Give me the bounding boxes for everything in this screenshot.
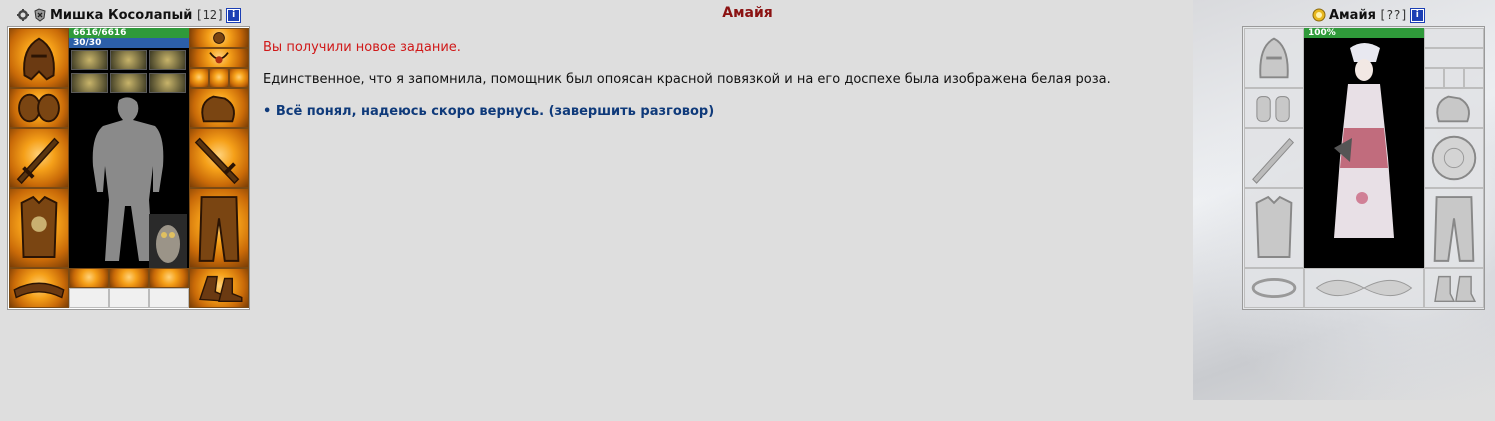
- pants-slot[interactable]: [189, 188, 249, 268]
- belt-slot[interactable]: [9, 268, 69, 308]
- npc-ring-slot: [1464, 68, 1484, 88]
- player-portrait[interactable]: 6616/6616 30/30: [69, 28, 189, 269]
- empty-slot[interactable]: [69, 288, 109, 308]
- belt-icon: [13, 282, 65, 299]
- bracers-slot[interactable]: [9, 88, 69, 128]
- npc-weapon-slot: [1244, 128, 1304, 188]
- npc-alignment-icon: [1312, 8, 1326, 22]
- npc-belt-slot: [1244, 268, 1304, 308]
- bracers-icon: [18, 93, 60, 123]
- ring-slot[interactable]: [209, 68, 229, 88]
- buff-slot[interactable]: [71, 50, 108, 70]
- npc-equipment-panel: 100%: [1242, 26, 1485, 310]
- npc-title: Амайя: [722, 5, 773, 21]
- player-mana-text: 30/30: [73, 38, 102, 48]
- empty-slot[interactable]: [149, 288, 189, 308]
- sword-icon: [1252, 137, 1295, 184]
- amulet-slot[interactable]: [189, 48, 249, 68]
- npc-gloves-slot: [1424, 88, 1484, 128]
- answer-finish-dialog[interactable]: • Всё понял, надеюсь скоро вернусь. (зав…: [263, 104, 714, 119]
- helmet-slot[interactable]: [9, 28, 69, 88]
- ring-slot[interactable]: [189, 68, 209, 88]
- npc-hp-bar: 100%: [1304, 28, 1424, 38]
- npc-info-icon[interactable]: i: [1410, 8, 1424, 22]
- helmet-icon: [23, 37, 55, 81]
- boots-slot[interactable]: [189, 268, 249, 308]
- armor-icon: [20, 195, 58, 258]
- player-hp-text: 6616/6616: [73, 28, 127, 38]
- bracers-icon: [1256, 96, 1290, 122]
- npc-amulet-slot: [1424, 48, 1484, 68]
- offhand-slot[interactable]: [189, 128, 249, 188]
- buff-slot[interactable]: [110, 73, 147, 93]
- gloves-icon: [201, 95, 235, 123]
- npc-shield-slot: [1424, 128, 1484, 188]
- sword-icon: [194, 137, 240, 185]
- gloves-icon: [1436, 95, 1470, 123]
- armor-icon: [1255, 195, 1293, 258]
- npc-portrait: 100%: [1304, 28, 1424, 269]
- npc-dialog-text: Единственное, что я запомнила, помощник …: [263, 72, 1111, 87]
- npc-ring-slot: [1444, 68, 1464, 88]
- helmet-icon: [1259, 37, 1289, 79]
- npc-bottom-slot: [1304, 268, 1424, 308]
- npc-figure: [1334, 43, 1394, 238]
- potion-slot[interactable]: [69, 268, 109, 288]
- boots-icon: [199, 275, 243, 303]
- npc-level: [??]: [1378, 8, 1408, 22]
- earring-icon: [213, 32, 225, 44]
- npc-armor-slot: [1244, 188, 1304, 268]
- npc-name: Амайя: [1329, 7, 1376, 23]
- npc-bracers-slot: [1244, 88, 1304, 128]
- armor-slot[interactable]: [9, 188, 69, 268]
- buff-slot[interactable]: [110, 50, 147, 70]
- player-equipment-panel: 6616/6616 30/30: [7, 26, 250, 310]
- pants-icon: [198, 196, 240, 262]
- npc-ring-slot: [1424, 68, 1444, 88]
- belt-icon: [1251, 278, 1297, 298]
- potion-slot[interactable]: [109, 268, 149, 288]
- npc-helmet-slot: [1244, 28, 1304, 88]
- quest-notification: Вы получили новое задание.: [263, 40, 461, 55]
- npc-earring-slot: [1424, 28, 1484, 48]
- pants-icon: [1433, 196, 1475, 262]
- potion-slot[interactable]: [149, 268, 189, 288]
- npc-boots-slot: [1424, 268, 1484, 308]
- weapon-slot[interactable]: [9, 128, 69, 188]
- sword-icon: [16, 137, 60, 185]
- character-silhouette: [92, 97, 187, 268]
- shield-icon: [1431, 135, 1477, 181]
- empty-slot[interactable]: [109, 288, 149, 308]
- buff-slot[interactable]: [71, 73, 108, 93]
- npc-header: Амайя [??] i: [1312, 6, 1424, 24]
- ornament-icon: [1315, 279, 1413, 297]
- earring-slot[interactable]: [189, 28, 249, 48]
- answer-label[interactable]: Всё понял, надеюсь скоро вернусь. (завер…: [276, 104, 714, 119]
- buff-slot[interactable]: [149, 50, 186, 70]
- boots-icon: [1434, 275, 1477, 303]
- amulet-icon: [209, 52, 229, 64]
- ring-slot[interactable]: [229, 68, 249, 88]
- player-mana-bar: 30/30: [69, 38, 189, 48]
- answer-bullet: •: [263, 104, 272, 119]
- player-hp-bar: 6616/6616: [69, 28, 189, 38]
- npc-hp-text: 100%: [1308, 28, 1336, 38]
- buff-slot[interactable]: [149, 73, 186, 93]
- gloves-slot[interactable]: [189, 88, 249, 128]
- npc-pants-slot: [1424, 188, 1484, 268]
